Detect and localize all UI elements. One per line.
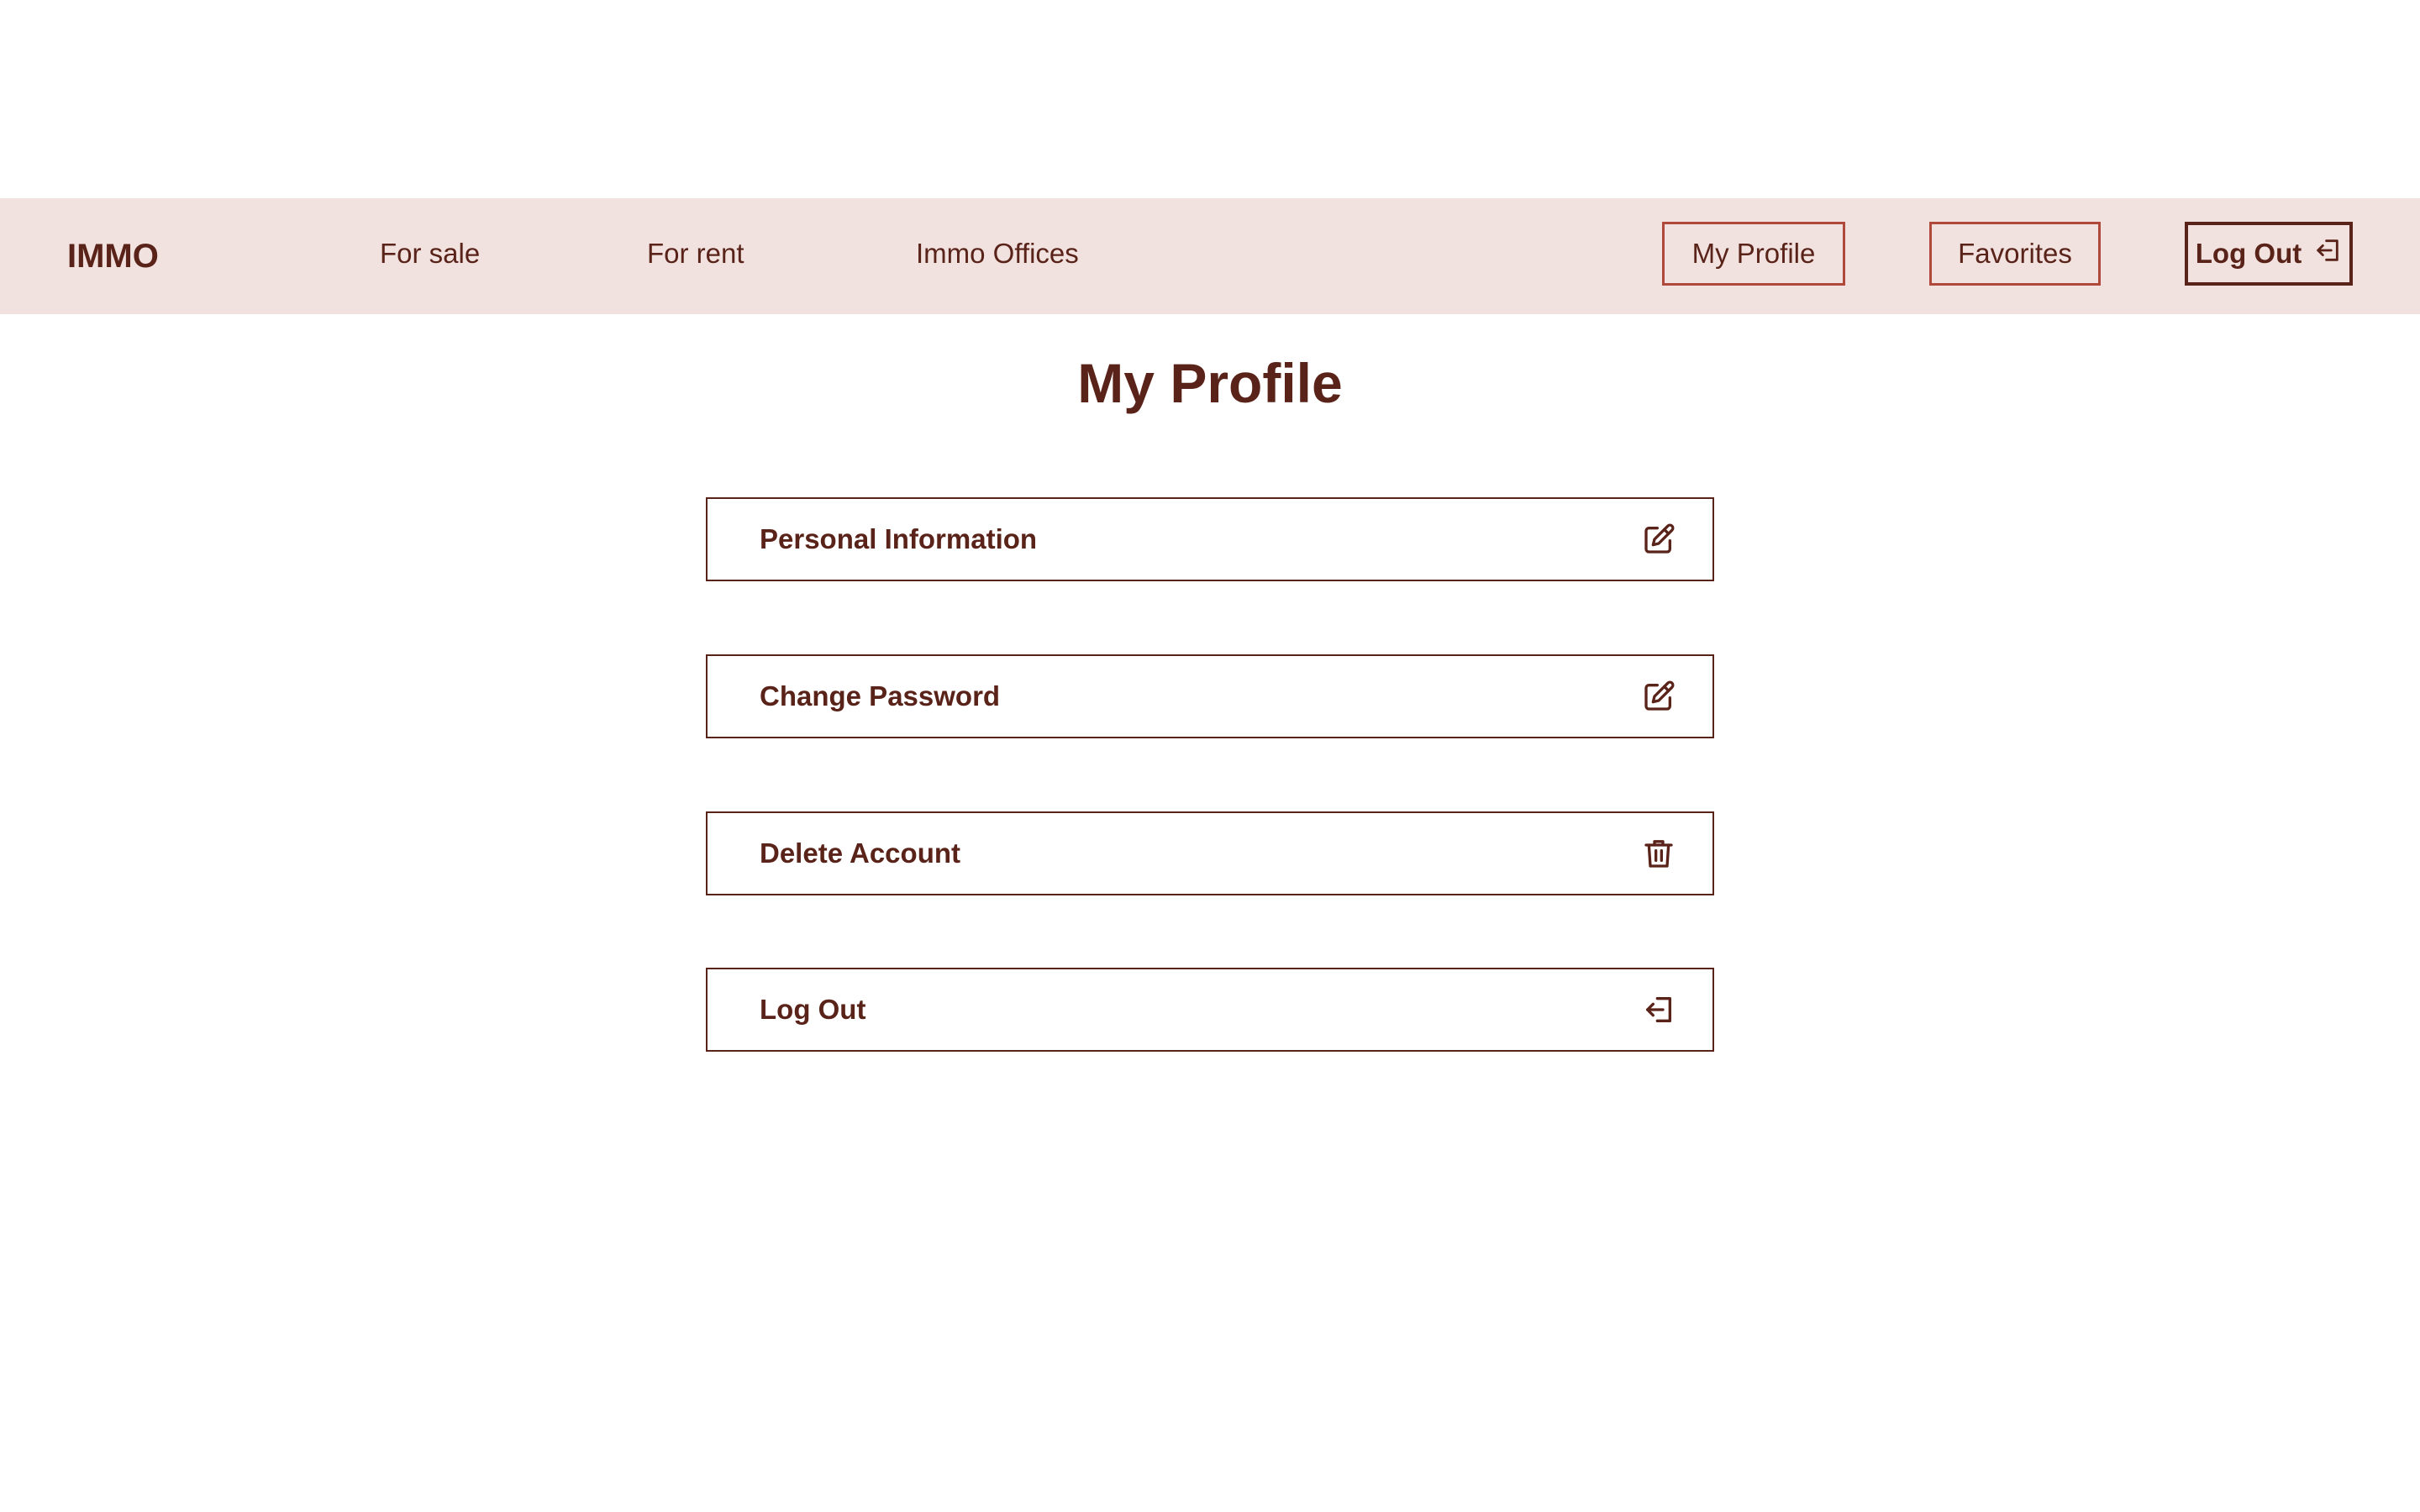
option-label: Personal Information xyxy=(760,523,1038,554)
my-profile-button[interactable]: My Profile xyxy=(1662,222,1845,286)
my-profile-button-label: My Profile xyxy=(1691,238,1816,269)
brand-logo[interactable]: IMMO xyxy=(67,237,159,276)
page-title: My Profile xyxy=(1077,352,1343,414)
change-password-option[interactable]: Change Password xyxy=(706,654,1714,738)
personal-information-option[interactable]: Personal Information xyxy=(706,497,1714,581)
option-label: Delete Account xyxy=(760,837,960,869)
favorites-button[interactable]: Favorites xyxy=(1929,222,2101,286)
nav-link-for-rent[interactable]: For rent xyxy=(647,237,744,270)
logout-icon[interactable] xyxy=(1642,993,1676,1026)
edit-icon[interactable] xyxy=(1642,522,1676,556)
nav-link-immo-offices[interactable]: Immo Offices xyxy=(916,237,1079,270)
option-label: Log Out xyxy=(760,994,866,1025)
option-label: Change Password xyxy=(760,680,1001,711)
logout-icon xyxy=(2313,236,2342,271)
logout-option[interactable]: Log Out xyxy=(706,968,1714,1052)
trash-icon[interactable] xyxy=(1642,837,1676,870)
nav-link-for-sale[interactable]: For sale xyxy=(380,237,480,270)
edit-icon[interactable] xyxy=(1642,680,1676,713)
top-navbar: IMMO For sale For rent Immo Offices My P… xyxy=(0,198,2420,314)
logout-button-label: Log Out xyxy=(2195,238,2302,269)
logout-button[interactable]: Log Out xyxy=(2185,222,2353,286)
delete-account-option[interactable]: Delete Account xyxy=(706,811,1714,895)
favorites-button-label: Favorites xyxy=(1958,238,2072,269)
